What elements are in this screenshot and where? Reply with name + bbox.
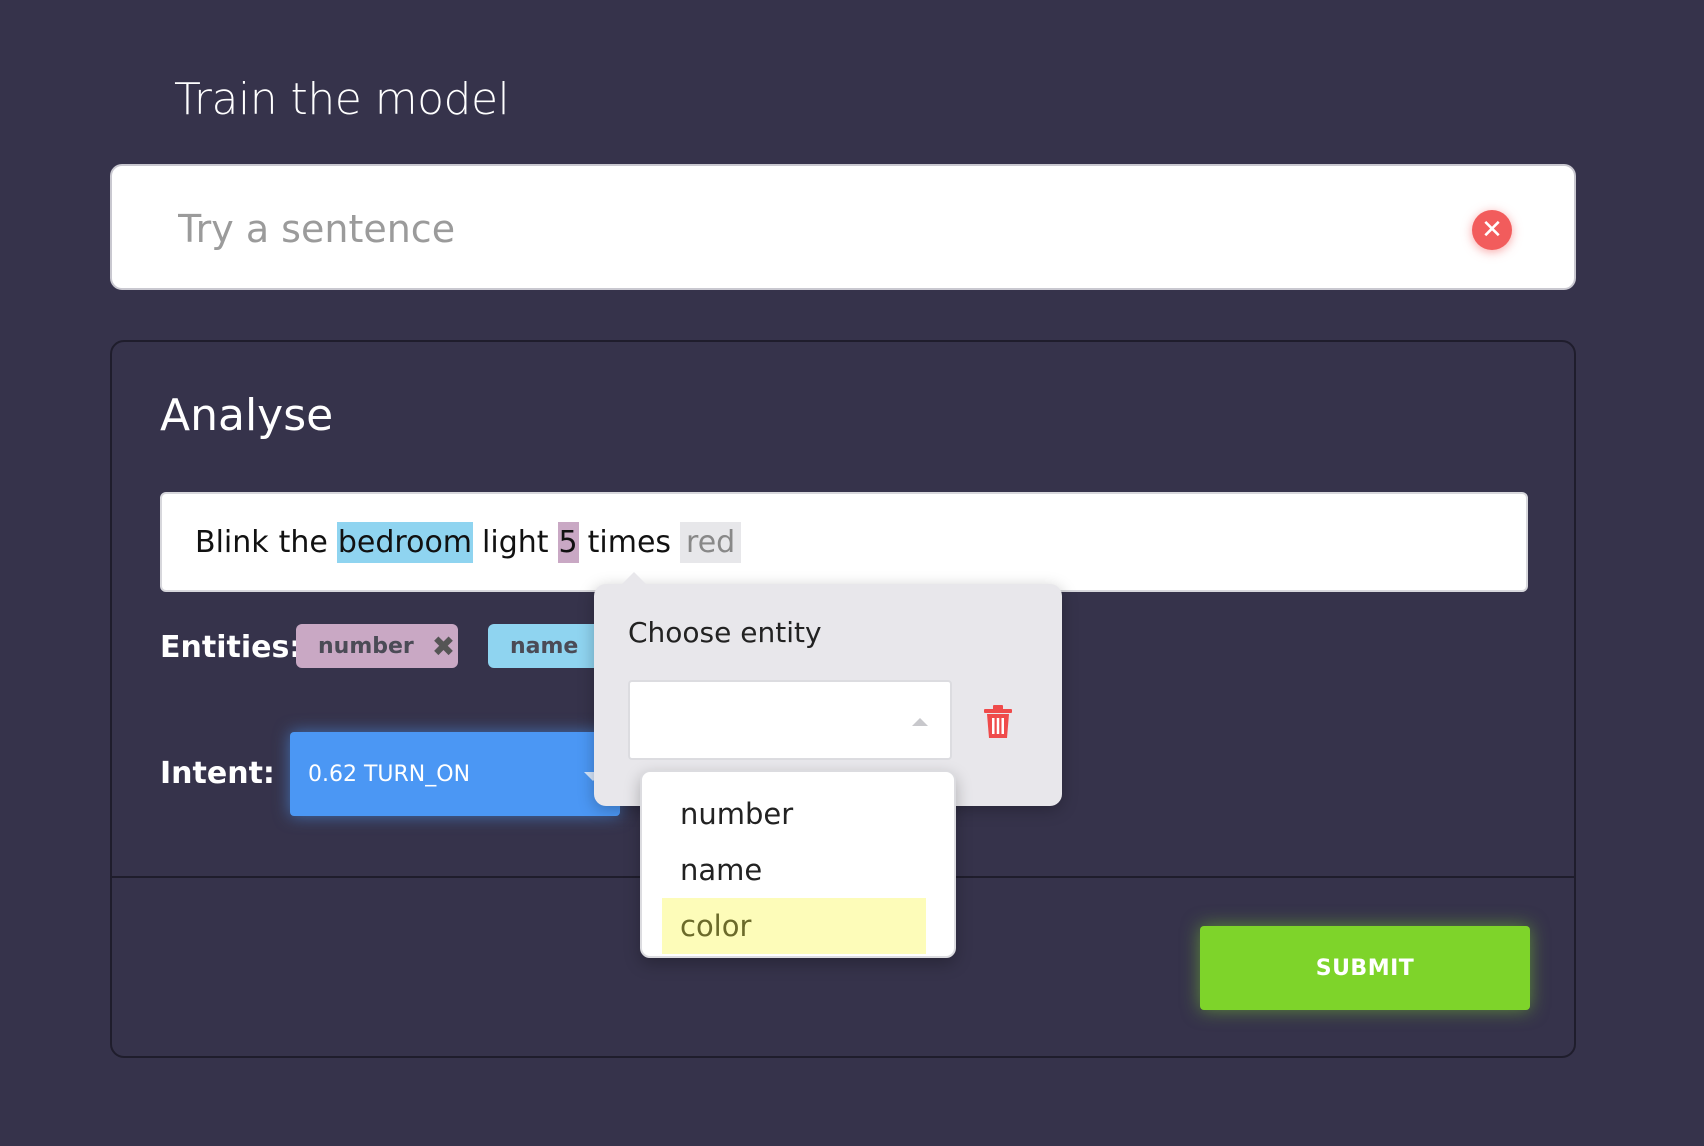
entities-label: Entities: (160, 630, 302, 665)
token-entity-number[interactable]: 5 (557, 521, 579, 563)
dropdown-option-color[interactable]: color (662, 898, 926, 954)
clear-icon[interactable]: ✕ (1472, 210, 1512, 250)
submit-button[interactable]: SUBMIT (1200, 926, 1530, 1010)
token[interactable]: Blink (194, 522, 270, 563)
dropdown-option-number[interactable]: number (662, 786, 926, 842)
trash-icon[interactable] (982, 704, 1014, 740)
token[interactable]: times (587, 522, 672, 563)
entity-chip-label: name (510, 633, 579, 659)
entity-chip-number[interactable]: number ✖ (296, 624, 458, 668)
popover-title: Choose entity (628, 616, 822, 649)
token-selected[interactable]: red (680, 521, 742, 563)
page-title: Train the model (174, 74, 510, 125)
intent-label: Intent: (160, 756, 275, 791)
popover-arrow (622, 572, 646, 584)
analyse-title: Analyse (160, 390, 334, 441)
entity-dropdown-menu: number name color (640, 770, 956, 958)
annotated-sentence[interactable]: Blink the bedroom light 5 times red (160, 492, 1528, 592)
intent-select[interactable]: 0.62 TURN_ON (290, 732, 620, 816)
token-entity-name[interactable]: bedroom (336, 521, 474, 563)
entity-select[interactable] (628, 680, 952, 760)
token[interactable]: the (278, 522, 329, 563)
close-icon[interactable]: ✖ (432, 630, 455, 663)
sentence-box: ✕ (110, 164, 1576, 290)
chevron-up-icon (912, 718, 928, 726)
dropdown-option-name[interactable]: name (662, 842, 926, 898)
sentence-input[interactable] (176, 198, 1460, 260)
token[interactable]: light (481, 522, 550, 563)
entity-chip-label: number (318, 633, 414, 659)
intent-value: 0.62 TURN_ON (308, 761, 471, 787)
